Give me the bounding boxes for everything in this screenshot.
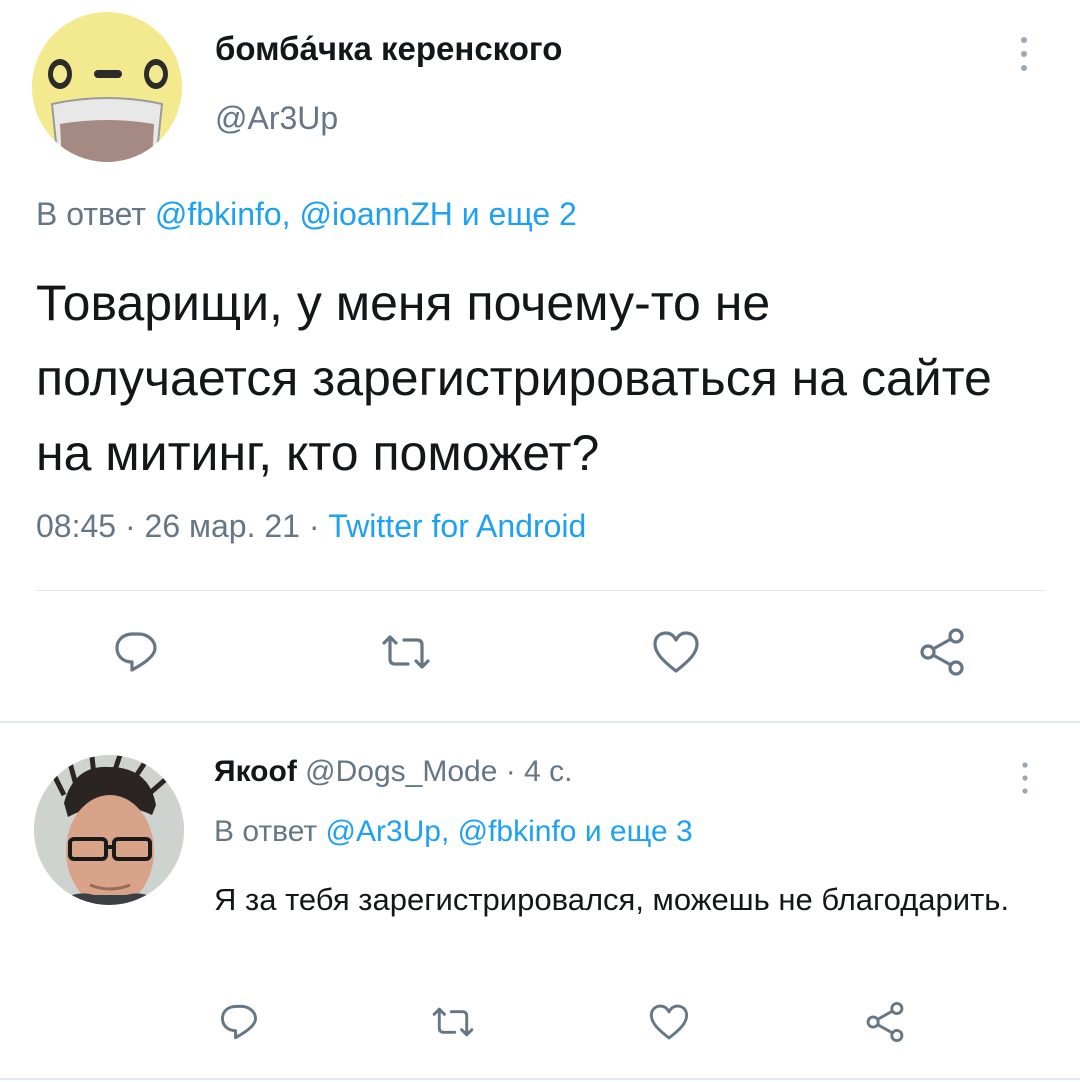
display-name[interactable]: бомба́чка керенского [215,30,562,68]
reply-mentions[interactable]: @Ar3Up, @fbkinfo [325,815,576,848]
bottom-divider [0,1078,1080,1080]
more-options-icon[interactable] [1012,30,1036,78]
heart-icon [653,631,699,673]
avatar-face-image [32,12,182,162]
reply-prefix: В ответ [36,196,147,232]
retweet-icon [382,635,430,669]
reply-others[interactable]: и еще 2 [462,196,577,232]
tweet-text: Товарищи, у меня почему-то не получается… [36,275,992,481]
tweet-meta: 08:45 · 26 мар. 21 · Twitter for Android [36,508,586,545]
tweet-source[interactable]: Twitter for Android [328,508,586,544]
reply-others[interactable]: и еще 3 [585,815,693,848]
avatar[interactable] [34,755,184,905]
divider [36,590,1046,591]
retweet-button[interactable] [428,997,478,1047]
retweet-icon [432,1007,474,1037]
reply-prefix: В ответ [214,815,318,848]
share-button[interactable] [860,997,910,1047]
reply-icon [221,1004,257,1040]
heart-icon [649,1004,689,1040]
avatar[interactable] [32,12,182,162]
reply-context: В ответ @fbkinfo, @ioannZH и еще 2 [36,196,577,233]
like-button[interactable] [646,624,706,680]
display-name[interactable]: Якооf [214,755,297,788]
reply-context: В ответ @Ar3Up, @fbkinfo и еще 3 [214,815,693,849]
more-options-icon[interactable] [1014,757,1036,801]
main-tweet: бомба́чка керенского @Ar3Up В ответ @fbk… [0,0,1080,722]
share-button[interactable] [912,624,972,680]
reply-mentions[interactable]: @fbkinfo, @ioannZH [155,196,453,232]
reply-button[interactable] [106,624,166,680]
like-button[interactable] [644,997,694,1047]
handle[interactable]: @Ar3Up [215,100,338,137]
retweet-button[interactable] [376,624,436,680]
tweet-timestamp: 08:45 · 26 мар. 21 · [36,508,320,544]
tweet-text: Я за тебя зарегистрировался, можешь не б… [214,882,1010,917]
reply-button[interactable] [214,997,264,1047]
reply-header: Якооf @Dogs_Mode · 4 с. [214,755,572,789]
share-icon [866,1001,904,1043]
reply-icon [115,632,157,672]
avatar-photo-image [34,755,184,905]
handle-and-time[interactable]: @Dogs_Mode · 4 с. [305,755,572,788]
share-icon [920,628,964,676]
reply-tweet[interactable]: Якооf @Dogs_Mode · 4 с. В ответ @Ar3Up, … [0,723,1080,1082]
